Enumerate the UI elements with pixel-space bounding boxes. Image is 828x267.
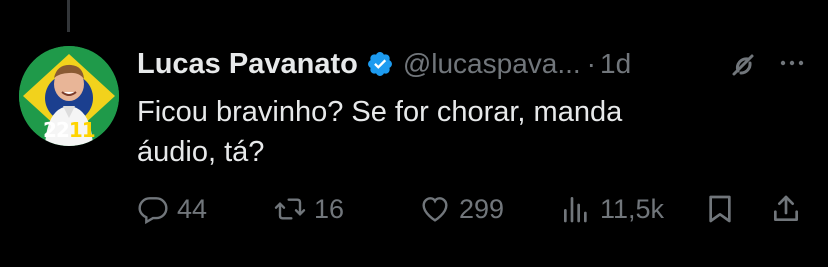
grok-icon[interactable] (727, 49, 759, 81)
reply-icon (137, 193, 169, 225)
retweet-icon (274, 193, 306, 225)
bookmark-button[interactable] (704, 189, 736, 229)
views-icon (560, 193, 592, 225)
views-button[interactable]: 11,5k (560, 189, 664, 229)
reply-count: 44 (177, 193, 208, 224)
thread-connector-line (67, 0, 70, 32)
like-button[interactable]: 299 (419, 189, 504, 229)
header-separator: · (586, 48, 596, 79)
tweet-actions-bar: 44 16 299 11,5k (137, 189, 807, 229)
avatar[interactable]: 2211 (19, 46, 119, 146)
tweet-text: Ficou bravinho? Se for chorar, manda áud… (137, 96, 623, 168)
retweet-count: 16 (314, 193, 345, 224)
user-handle[interactable]: @lucaspava... (403, 48, 581, 80)
avatar-badge: 2211 (43, 118, 96, 142)
tweet-content: Lucas Pavanato @lucaspava... · 1d Ficou … (137, 44, 817, 172)
avatar-badge-number-part1: 22 (43, 118, 70, 142)
avatar-badge-number-part2: 11 (68, 118, 96, 142)
display-name[interactable]: Lucas Pavanato (137, 48, 358, 81)
verified-badge-icon[interactable] (366, 50, 394, 78)
reply-button[interactable]: 44 (137, 189, 207, 229)
like-count: 299 (459, 193, 505, 224)
tweet-timestamp[interactable]: 1d (600, 48, 631, 80)
bookmark-icon (704, 193, 736, 225)
views-count: 11,5k (600, 193, 665, 224)
tweet-header: Lucas Pavanato @lucaspava... · 1d (137, 44, 817, 84)
share-icon (770, 193, 802, 225)
heart-icon (419, 193, 451, 225)
share-button[interactable] (770, 189, 802, 229)
more-icon[interactable] (777, 48, 807, 78)
retweet-button[interactable]: 16 (274, 189, 344, 229)
